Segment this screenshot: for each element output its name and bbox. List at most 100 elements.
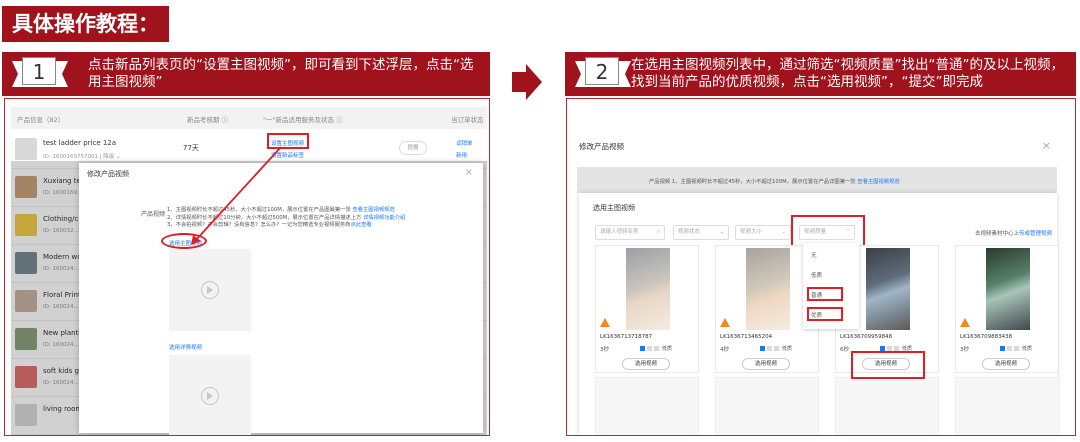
screenshot-step-2: 修改产品视频 × 产品视频 1、主图视频时长不超过45秒，大小不超过100M，展…	[566, 98, 1076, 436]
rule-text: 1、主图视频时长不超过45秒，大小不超过100M，展示位置在产品详图第一张	[671, 179, 856, 185]
quality-indicator	[1007, 346, 1012, 351]
column-header: 新品考核期 ⓘ	[187, 116, 229, 124]
highlight-box	[851, 351, 925, 379]
dropdown-option[interactable]: 无	[811, 251, 817, 259]
column-header: "一"新品适用服务及状态 ⓘ	[263, 116, 343, 124]
video-card[interactable]: LK1636709883438 3秒 低质 选用视频	[955, 245, 1059, 373]
submit-button[interactable]: 提报	[399, 141, 427, 155]
select-detail-video-link[interactable]: 选用详情视频	[169, 343, 202, 351]
rule-link[interactable]: 查看主图视频规范	[352, 207, 394, 213]
column-header: 当订单状态	[451, 116, 484, 124]
edit-video-modal: 修改产品视频 × 产品视频 1、主图视频时长不超过45秒，大小不超过100M，展…	[79, 163, 483, 435]
dropdown-option[interactable]: 低质	[811, 271, 822, 279]
main-video-placeholder[interactable]	[169, 249, 251, 331]
highlight-box	[807, 287, 843, 301]
quality-indicator	[767, 346, 772, 351]
video-code: LK1636709883438	[960, 334, 1013, 340]
rule-text: 1、主图视频时长不超过45秒，大小不超过100M，展示位置在产品图最第一张	[167, 207, 351, 213]
play-icon	[201, 281, 219, 299]
product-name[interactable]: test ladder price 12a	[43, 139, 116, 147]
manage-video-link[interactable]: 传或管理视频	[1019, 231, 1052, 237]
detail-video-placeholder[interactable]	[169, 355, 251, 435]
video-size-select[interactable]: 视频大小 ⌄	[735, 225, 791, 240]
trial-days: 77天	[183, 144, 199, 152]
warning-icon	[600, 318, 610, 327]
video-quality: 低质	[662, 346, 673, 352]
set-new-tag-link[interactable]: 设置新品标签	[271, 151, 304, 159]
select-value: 视频大小	[740, 229, 763, 235]
rules-text: 产品视频 1、主图视频时长不超过45秒，大小不超过100M，展示位置在产品详图第…	[649, 177, 900, 185]
highlight-box	[807, 307, 843, 321]
rule-link[interactable]: 详情视频功能介绍	[363, 215, 405, 221]
select-video-button[interactable]: 选用视频	[982, 358, 1030, 370]
modal-title: 修改产品视频	[87, 170, 129, 178]
video-card[interactable]	[955, 377, 1059, 435]
warning-icon	[720, 318, 730, 327]
product-id: ID: 1600169757001 | 降级 ⌄	[43, 154, 121, 160]
close-icon[interactable]: ×	[465, 167, 473, 178]
select-value: 视频状态	[678, 229, 701, 235]
video-thumbnail[interactable]	[986, 248, 1030, 330]
select-video-button[interactable]: 选用视频	[742, 358, 790, 370]
video-card[interactable]	[835, 377, 939, 435]
video-duration: 3秒	[960, 347, 969, 353]
highlight-oval	[161, 233, 207, 249]
search-icon: ⌕	[656, 229, 660, 235]
quality-indicator	[1000, 346, 1005, 351]
rule-link[interactable]: 点此查看	[350, 222, 371, 228]
chevron-down-icon: ⌄	[719, 229, 724, 235]
video-card[interactable]	[715, 377, 819, 435]
link-prefix: 去视频素材中心上	[975, 231, 1020, 237]
select-main-video-dialog: 选用主图视频 请输入视频名称 ⌕ 视频状态 ⌄ 视频大小 ⌄ 视频质量 ⌃ 去视…	[579, 193, 1059, 435]
rule-link[interactable]: 查看主图视频规范	[857, 179, 899, 185]
rules-bar: 产品视频 1、主图视频时长不超过45秒，大小不超过100M，展示位置在产品详图第…	[577, 167, 1057, 193]
video-duration: 4秒	[720, 347, 729, 353]
column-header: 产品信息（82）	[17, 116, 65, 124]
select-video-button[interactable]: 选用视频	[622, 358, 670, 370]
quality-indicator	[760, 346, 765, 351]
video-duration: 3秒	[600, 347, 609, 353]
play-icon	[201, 387, 219, 405]
search-placeholder: 请输入视频名称	[600, 229, 639, 235]
modal-title: 修改产品视频	[579, 142, 624, 151]
status-link[interactable]: 新用	[456, 151, 467, 159]
status-link[interactable]: 试销单	[456, 139, 473, 147]
video-status-select[interactable]: 视频状态 ⌄	[673, 225, 729, 240]
arrow-right-icon	[512, 64, 542, 100]
quality-indicator	[774, 346, 779, 351]
step-2-header: 2 在选用主图视频列表中，通过筛选“视频质量”找出“普通”的及以上视频，找到当前…	[565, 52, 1076, 96]
rule-text: 2、详情视频时长不超过10分钟，大小不超过500M，展示位置在产品详情描述上方	[167, 214, 362, 221]
step-1-header: 1 点击新品列表页的“设置主图视频”，即可看到下述浮层，点击“选用主图视频”	[2, 52, 490, 96]
video-thumbnail[interactable]	[746, 248, 790, 330]
video-duration: 6秒	[840, 347, 849, 353]
field-label: 产品视频	[141, 211, 166, 218]
video-code: LK1636709959848	[840, 334, 893, 340]
video-quality: 低质	[1022, 346, 1033, 352]
video-code: LK1636713465204	[720, 334, 773, 340]
page-title: 具体操作教程：	[2, 6, 169, 42]
step-number: 1	[22, 57, 56, 85]
video-quality: 低质	[782, 346, 793, 352]
quality-indicator	[647, 346, 652, 351]
quality-indicator	[640, 346, 645, 351]
table-header: 产品信息（82） 新品考核期 ⓘ "一"新品适用服务及状态 ⓘ 当订单状态	[11, 107, 487, 129]
quality-indicator	[1014, 346, 1019, 351]
video-thumbnail[interactable]	[626, 248, 670, 330]
product-thumbnail	[15, 138, 37, 160]
rule-text: 3、不会拍视频？不会剪辑？没有信息？怎么办？一记为您精选专业视频服务商	[167, 222, 351, 228]
dialog-title: 选用主图视频	[593, 204, 635, 212]
close-icon[interactable]: ×	[1042, 139, 1051, 152]
highlight-box	[267, 133, 309, 149]
step-number: 2	[585, 57, 619, 85]
video-card[interactable]: LK1636713718787 3秒 低质 选用视频	[595, 245, 699, 373]
chevron-down-icon: ⌄	[781, 229, 786, 235]
field-label: 产品视频	[649, 179, 671, 185]
video-thumbnail[interactable]	[866, 248, 910, 330]
video-card[interactable]	[595, 377, 699, 435]
warning-icon	[960, 318, 970, 327]
screenshot-step-1: 产品信息（82） 新品考核期 ⓘ "一"新品适用服务及状态 ⓘ 当订单状态 te…	[4, 98, 490, 436]
video-name-search-input[interactable]: 请输入视频名称 ⌕	[595, 225, 665, 240]
quality-dropdown-menu: 无 低质 普通 优质	[803, 243, 859, 329]
material-center-link[interactable]: 去视频素材中心上传或管理视频	[975, 229, 1052, 237]
step-description: 点击新品列表页的“设置主图视频”，即可看到下述浮层，点击“选用主图视频”	[88, 57, 474, 90]
